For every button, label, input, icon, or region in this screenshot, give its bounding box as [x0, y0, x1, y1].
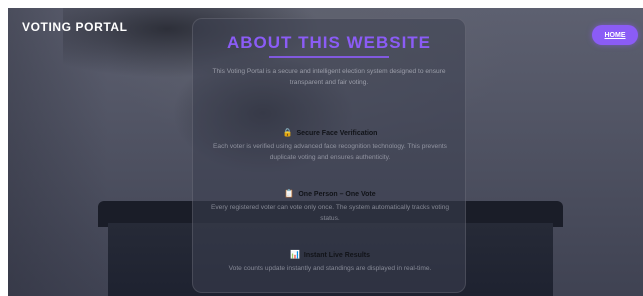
feature-title: Secure Face Verification — [296, 129, 378, 137]
about-title: ABOUT THIS WEBSITE — [226, 33, 432, 52]
about-intro: This Voting Portal is a secure and intel… — [212, 68, 446, 86]
feature-heading: 📋 One Person – One Vote — [193, 190, 467, 198]
feature-description: Vote counts update instantly and standin… — [228, 265, 432, 272]
feature-heading: 📊 Instant Live Results — [193, 251, 467, 259]
feature-live-results: 📊 Instant Live Results Vote counts updat… — [193, 251, 467, 275]
page-background: VOTING PORTAL HOME ABOUT THIS WEBSITE Th… — [8, 8, 643, 296]
feature-title: Instant Live Results — [303, 251, 371, 259]
feature-one-vote: 📋 One Person – One Vote Every registered… — [193, 190, 467, 224]
title-underline — [269, 56, 389, 58]
feature-title: One Person – One Vote — [298, 190, 376, 198]
feature-description: Every registered voter can vote only onc… — [210, 204, 450, 222]
home-button[interactable]: HOME — [592, 25, 638, 45]
feature-heading: 🔒 Secure Face Verification — [193, 129, 467, 137]
site-logo[interactable]: VOTING PORTAL — [22, 20, 128, 34]
feature-face-verification: 🔒 Secure Face Verification Each voter is… — [193, 129, 467, 163]
clipboard-icon: 📋 — [284, 189, 295, 198]
feature-description: Each voter is verified using advanced fa… — [213, 143, 447, 161]
chart-icon: 📊 — [289, 250, 300, 259]
lock-icon: 🔒 — [282, 128, 293, 137]
about-card: ABOUT THIS WEBSITE This Voting Portal is… — [192, 18, 466, 293]
